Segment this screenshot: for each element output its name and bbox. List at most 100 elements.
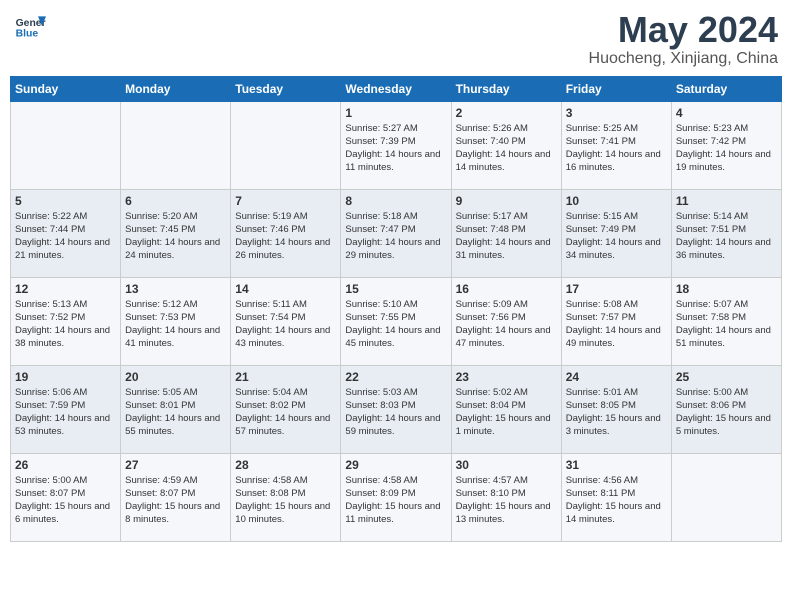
- calendar-cell: 13Sunrise: 5:12 AM Sunset: 7:53 PM Dayli…: [121, 277, 231, 365]
- day-number: 8: [345, 194, 446, 208]
- day-number: 27: [125, 458, 226, 472]
- weekday-header: Saturday: [671, 76, 781, 101]
- day-number: 28: [235, 458, 336, 472]
- weekday-header: Thursday: [451, 76, 561, 101]
- cell-info: Sunrise: 5:11 AM Sunset: 7:54 PM Dayligh…: [235, 298, 336, 351]
- day-number: 3: [566, 106, 667, 120]
- calendar-cell: 4 Sunrise: 5:23 AM Sunset: 7:42 PM Daylig…: [671, 101, 781, 189]
- cell-info: Sunrise: 5:27 AM Sunset: 7:39 PM Dayligh…: [345, 122, 446, 175]
- day-number: 4: [676, 106, 777, 120]
- calendar-week-row: 19Sunrise: 5:06 AM Sunset: 7:59 PM Dayli…: [11, 365, 782, 453]
- cell-info: Sunrise: 4:59 AM Sunset: 8:07 PM Dayligh…: [125, 474, 226, 527]
- calendar-cell: 15 Sunrise: 5:10 AM Sunset: 7:55 PM Dayli…: [341, 277, 451, 365]
- day-number: 10: [566, 194, 667, 208]
- day-number: 15: [345, 282, 446, 296]
- calendar-week-row: 12 Sunrise: 5:13 AM Sunset: 7:52 PM Dayli…: [11, 277, 782, 365]
- weekday-header: Wednesday: [341, 76, 451, 101]
- calendar-cell: 28 Sunrise: 4:58 AM Sunset: 8:08 PM Dayli…: [231, 453, 341, 541]
- calendar-cell: 18 Sunrise: 5:07 AM Sunset: 7:58 PM Dayli…: [671, 277, 781, 365]
- day-number: 22: [345, 370, 446, 384]
- svg-text:Blue: Blue: [16, 28, 39, 39]
- day-number: 11: [676, 194, 777, 208]
- day-number: 9: [456, 194, 557, 208]
- calendar-cell: 20 Sunrise: 5:05 AM Sunset: 8:01 PM Dayli…: [121, 365, 231, 453]
- weekday-header: Monday: [121, 76, 231, 101]
- cell-info: Sunrise: 5:10 AM Sunset: 7:55 PM Dayligh…: [345, 298, 446, 351]
- day-number: 24: [566, 370, 667, 384]
- weekday-header: Sunday: [11, 76, 121, 101]
- day-number: 7: [235, 194, 336, 208]
- weekday-header: Friday: [561, 76, 671, 101]
- day-number: 5: [15, 194, 116, 208]
- page-header: General Blue May 2024 Huocheng, Xinjiang…: [10, 10, 782, 68]
- calendar-cell: 17Sunrise: 5:08 AM Sunset: 7:57 PM Dayli…: [561, 277, 671, 365]
- cell-info: Sunrise: 4:58 AM Sunset: 8:09 PM Dayligh…: [345, 474, 446, 527]
- day-number: 6: [125, 194, 226, 208]
- day-number: 16: [456, 282, 557, 296]
- calendar-cell: 26 Sunrise: 5:00 AM Sunset: 8:07 PM Dayli…: [11, 453, 121, 541]
- calendar-cell: 12 Sunrise: 5:13 AM Sunset: 7:52 PM Dayli…: [11, 277, 121, 365]
- day-number: 30: [456, 458, 557, 472]
- cell-info: Sunrise: 5:04 AM Sunset: 8:02 PM Dayligh…: [235, 386, 336, 439]
- day-number: 29: [345, 458, 446, 472]
- cell-info: Sunrise: 5:25 AM Sunset: 7:41 PM Dayligh…: [566, 122, 667, 175]
- title-block: May 2024 Huocheng, Xinjiang, China: [589, 10, 778, 68]
- calendar-cell: 16 Sunrise: 5:09 AM Sunset: 7:56 PM Dayli…: [451, 277, 561, 365]
- cell-info: Sunrise: 5:03 AM Sunset: 8:03 PM Dayligh…: [345, 386, 446, 439]
- cell-info: Sunrise: 5:00 AM Sunset: 8:06 PM Dayligh…: [676, 386, 777, 439]
- calendar-cell: 22 Sunrise: 5:03 AM Sunset: 8:03 PM Dayli…: [341, 365, 451, 453]
- calendar-cell: 9 Sunrise: 5:17 AM Sunset: 7:48 PM Daylig…: [451, 189, 561, 277]
- day-number: 25: [676, 370, 777, 384]
- calendar-cell: 21Sunrise: 5:04 AM Sunset: 8:02 PM Dayli…: [231, 365, 341, 453]
- month-title: May 2024: [589, 10, 778, 50]
- cell-info: Sunrise: 5:14 AM Sunset: 7:51 PM Dayligh…: [676, 210, 777, 263]
- cell-info: Sunrise: 5:19 AM Sunset: 7:46 PM Dayligh…: [235, 210, 336, 263]
- logo: General Blue: [14, 10, 46, 42]
- day-number: 18: [676, 282, 777, 296]
- day-number: 19: [15, 370, 116, 384]
- calendar-cell: [11, 101, 121, 189]
- cell-info: Sunrise: 5:05 AM Sunset: 8:01 PM Dayligh…: [125, 386, 226, 439]
- cell-info: Sunrise: 5:17 AM Sunset: 7:48 PM Dayligh…: [456, 210, 557, 263]
- calendar-cell: [671, 453, 781, 541]
- calendar-cell: 19Sunrise: 5:06 AM Sunset: 7:59 PM Dayli…: [11, 365, 121, 453]
- weekday-header: Tuesday: [231, 76, 341, 101]
- weekday-header-row: SundayMondayTuesdayWednesdayThursdayFrid…: [11, 76, 782, 101]
- cell-info: Sunrise: 5:00 AM Sunset: 8:07 PM Dayligh…: [15, 474, 116, 527]
- cell-info: Sunrise: 5:18 AM Sunset: 7:47 PM Dayligh…: [345, 210, 446, 263]
- cell-info: Sunrise: 5:12 AM Sunset: 7:53 PM Dayligh…: [125, 298, 226, 351]
- cell-info: Sunrise: 4:57 AM Sunset: 8:10 PM Dayligh…: [456, 474, 557, 527]
- calendar-cell: 6 Sunrise: 5:20 AM Sunset: 7:45 PM Daylig…: [121, 189, 231, 277]
- day-number: 23: [456, 370, 557, 384]
- calendar-cell: 1Sunrise: 5:27 AM Sunset: 7:39 PM Daylig…: [341, 101, 451, 189]
- cell-info: Sunrise: 5:26 AM Sunset: 7:40 PM Dayligh…: [456, 122, 557, 175]
- day-number: 17: [566, 282, 667, 296]
- calendar-cell: 23 Sunrise: 5:02 AM Sunset: 8:04 PM Dayli…: [451, 365, 561, 453]
- cell-info: Sunrise: 5:15 AM Sunset: 7:49 PM Dayligh…: [566, 210, 667, 263]
- day-number: 26: [15, 458, 116, 472]
- calendar-cell: 10 Sunrise: 5:15 AM Sunset: 7:49 PM Dayli…: [561, 189, 671, 277]
- calendar-week-row: 1Sunrise: 5:27 AM Sunset: 7:39 PM Daylig…: [11, 101, 782, 189]
- calendar-cell: 25 Sunrise: 5:00 AM Sunset: 8:06 PM Dayli…: [671, 365, 781, 453]
- calendar-table: SundayMondayTuesdayWednesdayThursdayFrid…: [10, 76, 782, 542]
- logo-icon: General Blue: [14, 10, 46, 42]
- calendar-cell: [231, 101, 341, 189]
- cell-info: Sunrise: 5:09 AM Sunset: 7:56 PM Dayligh…: [456, 298, 557, 351]
- cell-info: Sunrise: 4:56 AM Sunset: 8:11 PM Dayligh…: [566, 474, 667, 527]
- calendar-cell: 2Sunrise: 5:26 AM Sunset: 7:40 PM Daylig…: [451, 101, 561, 189]
- cell-info: Sunrise: 5:22 AM Sunset: 7:44 PM Dayligh…: [15, 210, 116, 263]
- day-number: 20: [125, 370, 226, 384]
- calendar-week-row: 26 Sunrise: 5:00 AM Sunset: 8:07 PM Dayli…: [11, 453, 782, 541]
- calendar-cell: 30 Sunrise: 4:57 AM Sunset: 8:10 PM Dayli…: [451, 453, 561, 541]
- cell-info: Sunrise: 4:58 AM Sunset: 8:08 PM Dayligh…: [235, 474, 336, 527]
- cell-info: Sunrise: 5:20 AM Sunset: 7:45 PM Dayligh…: [125, 210, 226, 263]
- day-number: 12: [15, 282, 116, 296]
- calendar-cell: 7 Sunrise: 5:19 AM Sunset: 7:46 PM Daylig…: [231, 189, 341, 277]
- cell-info: Sunrise: 5:23 AM Sunset: 7:42 PM Dayligh…: [676, 122, 777, 175]
- cell-info: Sunrise: 5:02 AM Sunset: 8:04 PM Dayligh…: [456, 386, 557, 439]
- day-number: 14: [235, 282, 336, 296]
- cell-info: Sunrise: 5:07 AM Sunset: 7:58 PM Dayligh…: [676, 298, 777, 351]
- calendar-cell: 29 Sunrise: 4:58 AM Sunset: 8:09 PM Dayli…: [341, 453, 451, 541]
- calendar-cell: 5 Sunrise: 5:22 AM Sunset: 7:44 PM Daylig…: [11, 189, 121, 277]
- cell-info: Sunrise: 5:13 AM Sunset: 7:52 PM Dayligh…: [15, 298, 116, 351]
